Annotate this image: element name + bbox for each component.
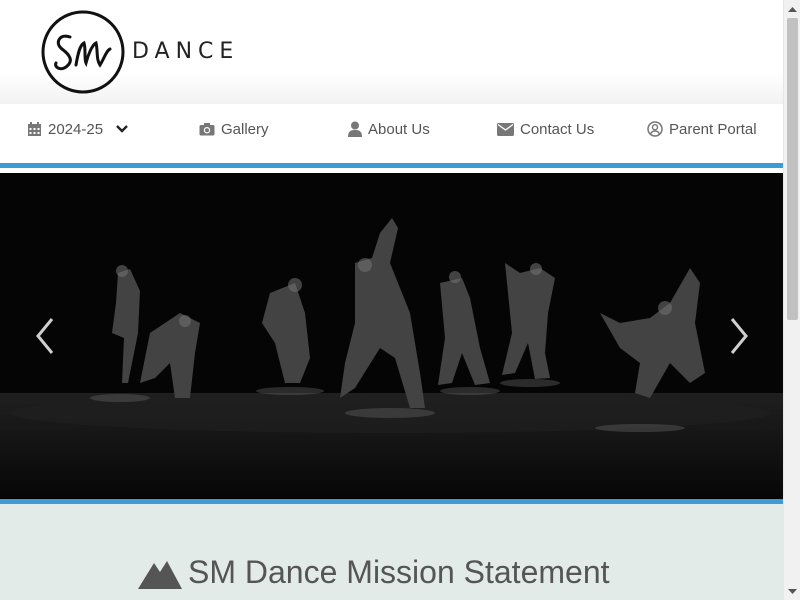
calendar-icon bbox=[28, 122, 41, 136]
carousel-next-button[interactable] bbox=[724, 313, 754, 359]
chevron-down-icon bbox=[116, 125, 128, 133]
nav-item-label: About Us bbox=[368, 120, 430, 138]
scroll-up-button[interactable] bbox=[784, 0, 800, 17]
hero-carousel bbox=[0, 173, 783, 499]
chevron-left-icon bbox=[36, 318, 54, 354]
nav-item-label: 2024-25 bbox=[48, 120, 104, 138]
nav-item-label: Contact Us bbox=[520, 120, 595, 138]
scroll-down-arrow-icon bbox=[788, 588, 797, 594]
dance-performance-photo bbox=[0, 173, 783, 499]
site-header: DANCE bbox=[0, 0, 783, 104]
user-circle-icon bbox=[647, 121, 663, 137]
nav-item-parent-portal[interactable]: Parent Portal bbox=[647, 104, 757, 154]
nav-item-about[interactable]: About Us bbox=[348, 104, 430, 154]
nav-item-contact[interactable]: Contact Us bbox=[497, 104, 594, 154]
envelope-icon bbox=[497, 122, 514, 136]
nav-item-label: Gallery bbox=[221, 120, 269, 138]
logo-wordmark: DANCE bbox=[132, 39, 240, 64]
logo-circle-icon bbox=[41, 10, 125, 94]
main-nav: 2024-25 Gallery About Us Contact Us Pare… bbox=[0, 104, 783, 168]
page: DANCE 2024-25 Gallery About Us Contact U… bbox=[0, 0, 783, 600]
scroll-thumb[interactable] bbox=[787, 18, 798, 320]
scroll-up-arrow-icon bbox=[788, 6, 797, 12]
camera-icon bbox=[199, 123, 215, 136]
mission-title: SM Dance Mission Statement bbox=[188, 554, 610, 590]
carousel-prev-button[interactable] bbox=[30, 313, 60, 359]
user-icon bbox=[348, 121, 362, 137]
chevron-right-icon bbox=[730, 318, 748, 354]
nav-item-label: Parent Portal bbox=[669, 120, 757, 138]
nav-item-gallery[interactable]: Gallery bbox=[199, 104, 269, 154]
nav-item-season[interactable]: 2024-25 bbox=[27, 104, 129, 154]
site-logo[interactable]: DANCE bbox=[40, 9, 250, 95]
page-scrollbar[interactable] bbox=[783, 0, 800, 600]
mission-section: SM Dance Mission Statement bbox=[0, 504, 783, 600]
mountain-icon bbox=[138, 560, 182, 589]
mission-heading: SM Dance Mission Statement bbox=[138, 554, 610, 591]
scroll-down-button[interactable] bbox=[784, 583, 800, 600]
